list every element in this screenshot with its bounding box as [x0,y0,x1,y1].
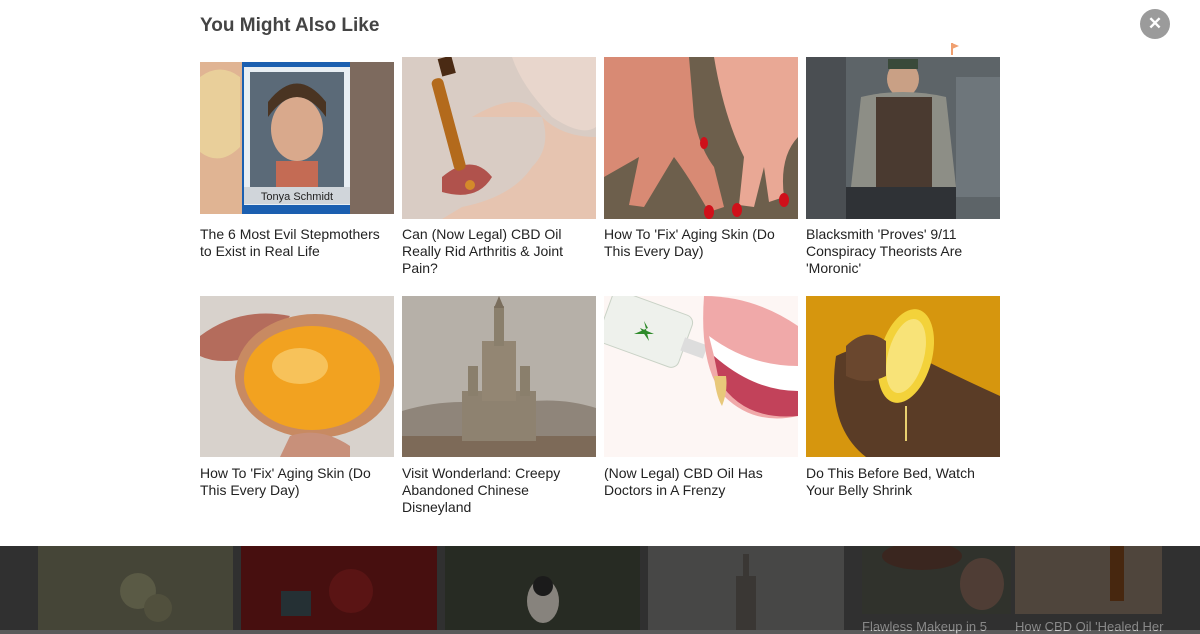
card-thumbnail[interactable]: Tonya Schmidt [200,57,394,219]
modal-title: You Might Also Like [200,15,380,36]
recommendation-card[interactable]: Do This Before Bed, Watch Your Belly Shr… [806,296,1000,499]
card-caption[interactable]: (Now Legal) CBD Oil Has Doctors in A Fre… [604,465,798,499]
close-icon: ✕ [1147,14,1163,33]
image-name-label: Tonya Schmidt [261,191,333,203]
card-caption[interactable]: Can (Now Legal) CBD Oil Really Rid Arthr… [402,226,596,277]
card-caption[interactable]: How To 'Fix' Aging Skin (Do This Every D… [200,465,394,499]
recommendation-card[interactable]: How To 'Fix' Aging Skin (Do This Every D… [200,296,394,499]
card-thumbnail[interactable] [402,296,596,458]
card-caption[interactable]: How To 'Fix' Aging Skin (Do This Every D… [604,226,798,260]
recommendation-card[interactable]: How To 'Fix' Aging Skin (Do This Every D… [604,57,798,260]
recommendation-card[interactable]: Tonya Schmidt The 6 Most Evil Stepmother… [200,57,394,260]
recommendation-card[interactable]: (Now Legal) CBD Oil Has Doctors in A Fre… [604,296,798,499]
card-caption[interactable]: Blacksmith 'Proves' 9/11 Conspiracy Theo… [806,226,1000,277]
card-thumbnail[interactable] [200,296,394,458]
close-button[interactable]: ✕ [1140,9,1170,39]
recommendations-modal: You Might Also Like ✕ Tonya Schmidt The [0,0,1200,546]
card-caption[interactable]: Do This Before Bed, Watch Your Belly Shr… [806,465,1000,499]
ad-choices-flag-icon[interactable] [950,42,960,56]
recommendation-card[interactable]: Blacksmith 'Proves' 9/11 Conspiracy Theo… [806,57,1000,277]
card-caption[interactable]: Visit Wonderland: Creepy Abandoned Chine… [402,465,596,516]
card-thumbnail[interactable] [402,57,596,219]
card-thumbnail[interactable] [806,57,1000,219]
card-thumbnail[interactable] [806,296,1000,458]
backdrop-overlay[interactable] [0,546,1200,630]
recommendation-card[interactable]: Can (Now Legal) CBD Oil Really Rid Arthr… [402,57,596,277]
card-thumbnail[interactable] [604,296,798,458]
card-caption[interactable]: The 6 Most Evil Stepmothers to Exist in … [200,226,394,260]
card-thumbnail[interactable] [604,57,798,219]
recommendation-card[interactable]: Visit Wonderland: Creepy Abandoned Chine… [402,296,596,516]
